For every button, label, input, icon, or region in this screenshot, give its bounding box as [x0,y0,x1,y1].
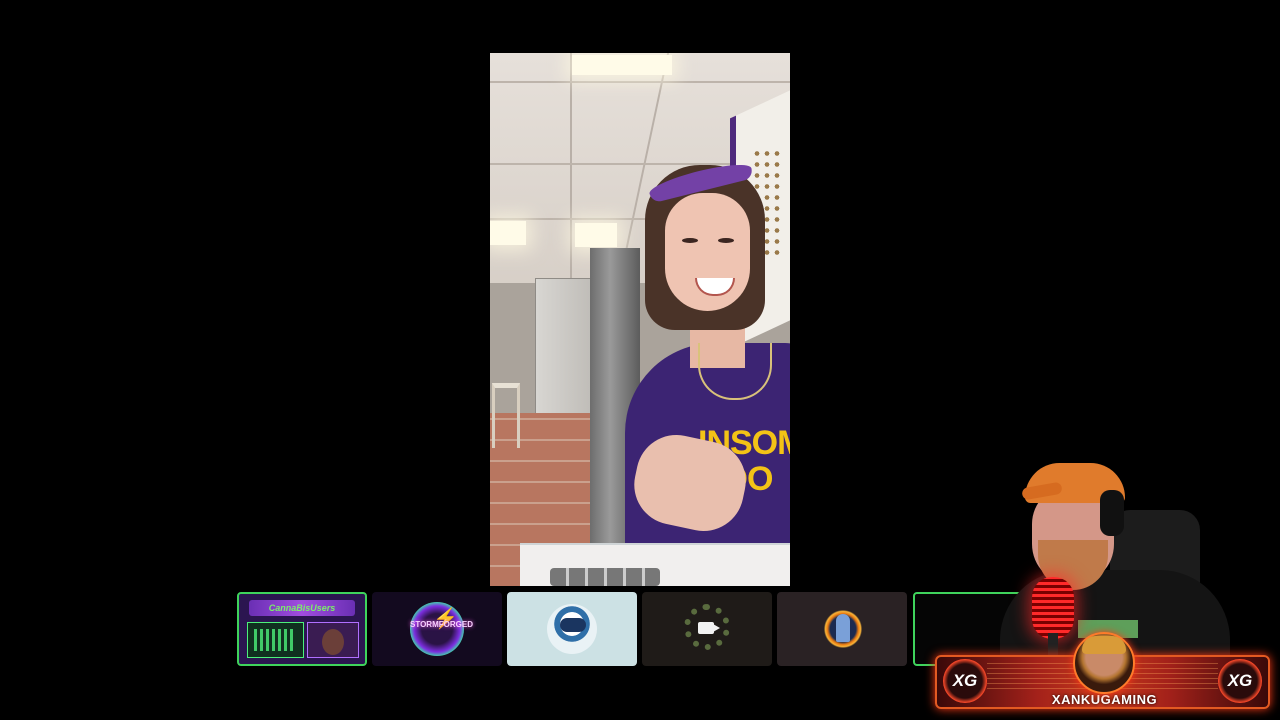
avatar-figure [836,614,850,642]
mic-arm [1048,633,1058,655]
keypad [550,568,660,586]
ceiling-light [575,223,617,247]
streamer-name: XANKUGAMING [1051,692,1158,707]
main-video-feed[interactable]: INSOM COO [490,53,790,586]
video-camera-icon [698,622,720,634]
portrait-hair [1082,636,1126,654]
ceiling-light [490,221,526,245]
ceiling-light [572,55,672,75]
person-eye [682,238,698,243]
participant-tile-4[interactable] [642,592,772,666]
headset-icon [1100,490,1124,536]
streamer-webcam [960,455,1235,655]
microphone-icon [1032,577,1074,639]
avatar-text: STORMFORGED [410,620,473,629]
participant-tile-2[interactable]: ⚡ STORMFORGED [372,592,502,666]
game-screen-thumbnail [247,622,304,658]
participant-tile-3[interactable] [507,592,637,666]
channel-banner: CannaBisUsers [249,600,355,616]
webcam-thumbnail [307,622,359,658]
participant-tile-5[interactable] [777,592,907,666]
person-eye [718,238,734,243]
helmet-visor [560,618,586,632]
participant-tile-1[interactable]: CannaBisUsers [237,592,367,666]
stool [492,383,520,448]
